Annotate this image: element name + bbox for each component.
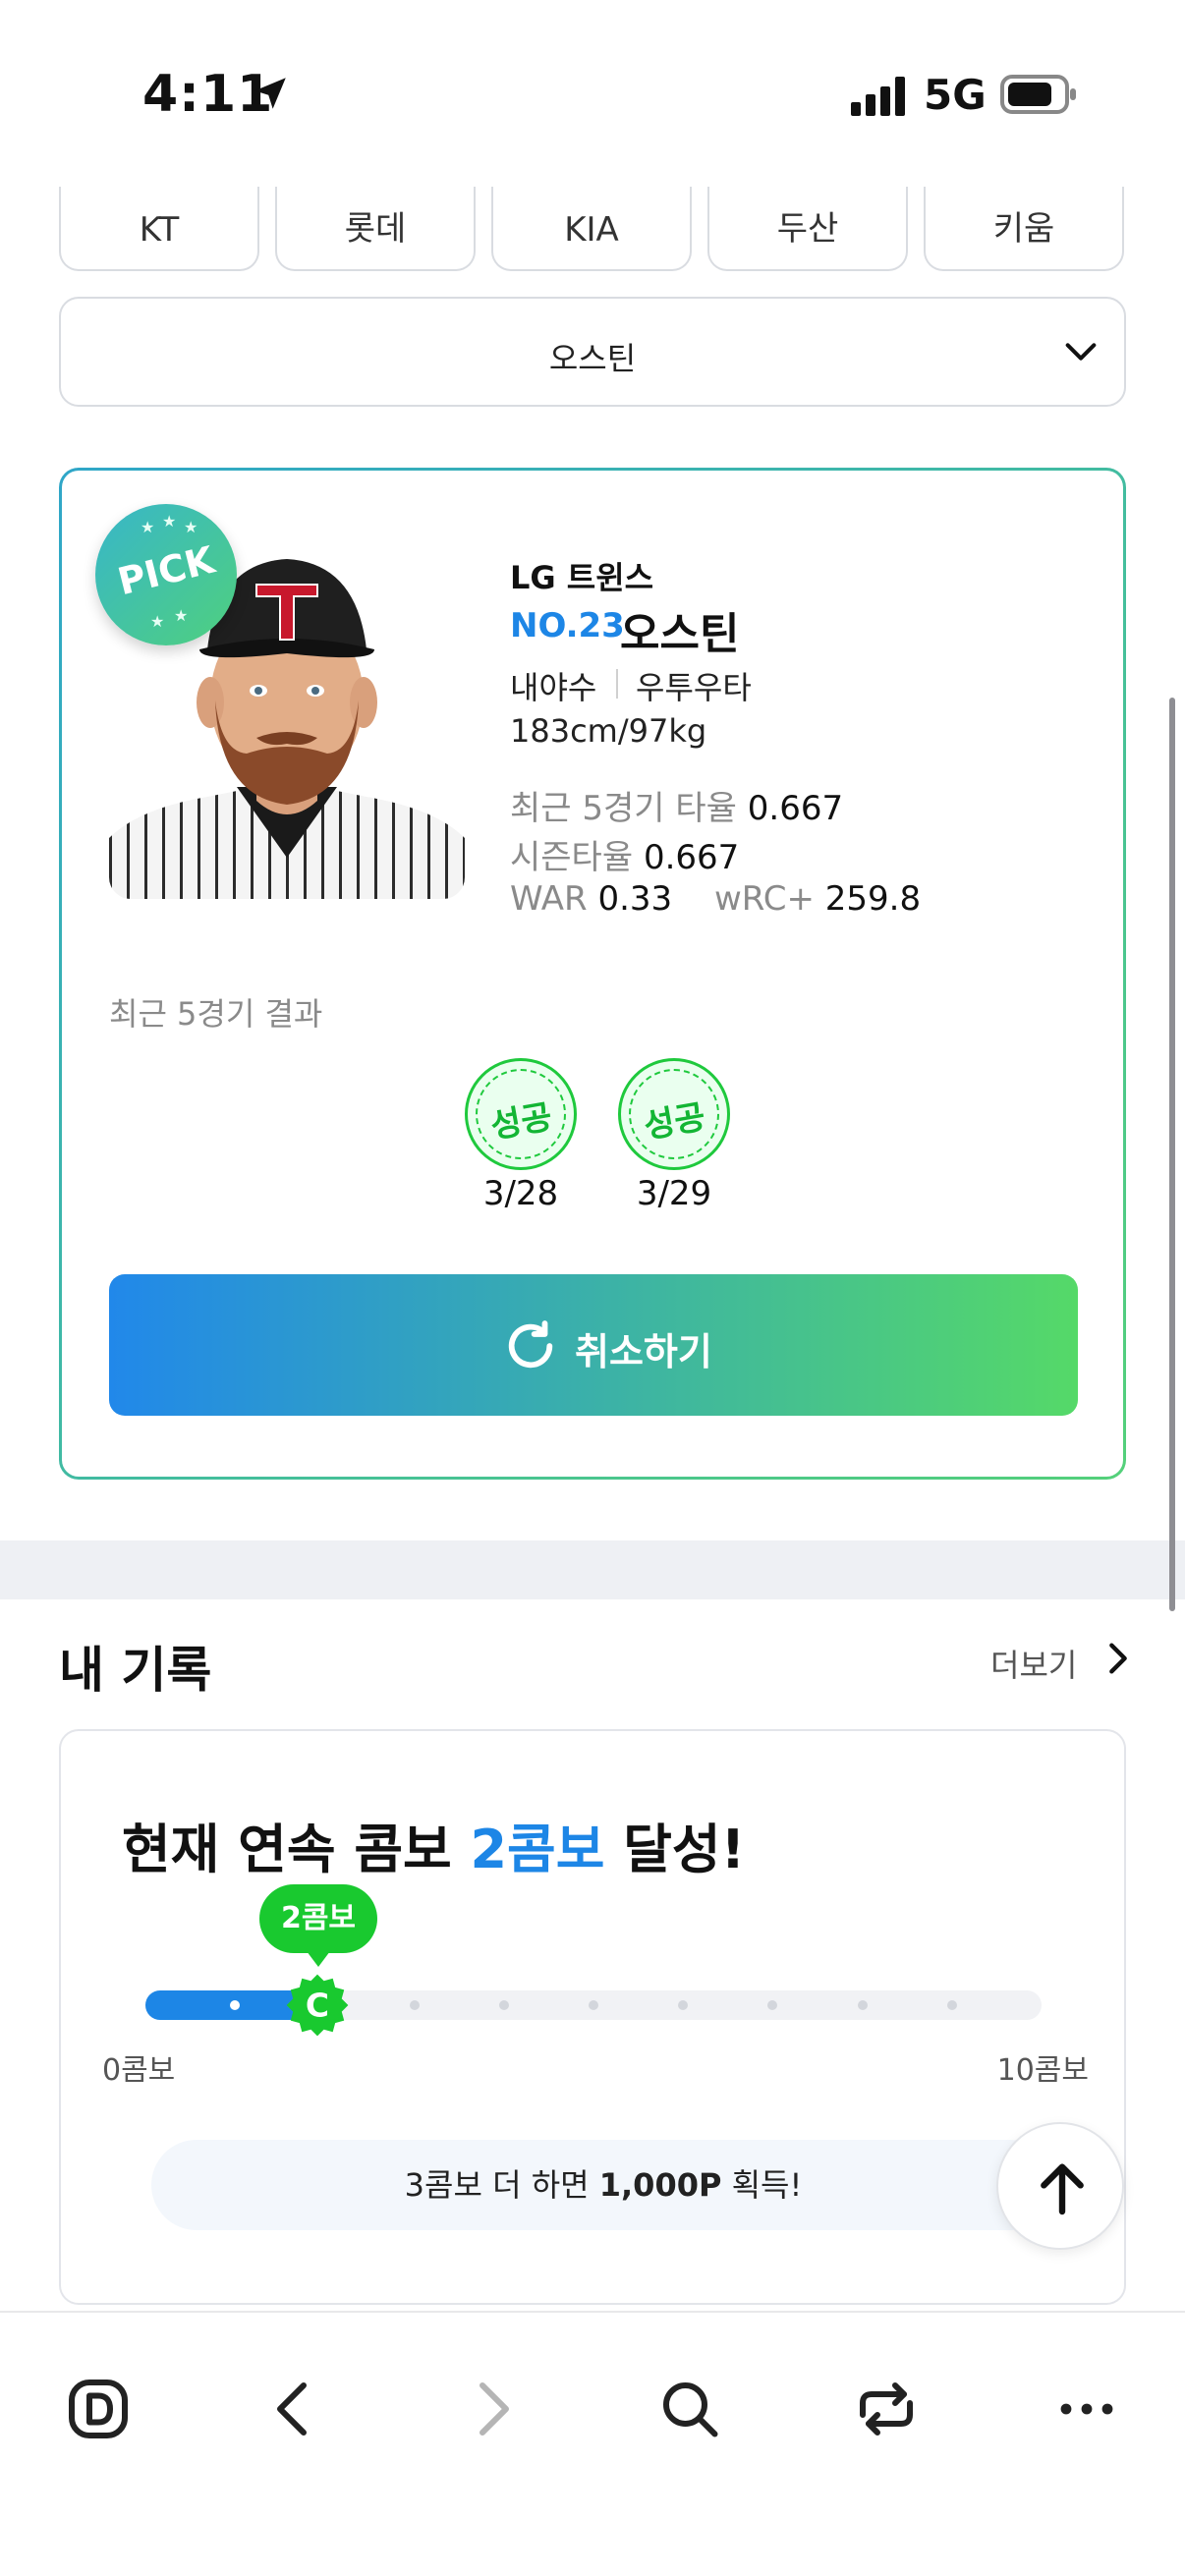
team-chip-label: KT	[139, 210, 180, 250]
team-chip-label: 롯데	[344, 209, 407, 249]
player-team: LG 트윈스	[510, 559, 654, 596]
recent-results-title: 최근 5경기 결과	[109, 995, 323, 1033]
combo-progress-track	[145, 1990, 1042, 2020]
star-icon: ★	[141, 518, 155, 536]
team-chip-label: 두산	[776, 209, 839, 249]
star-icon: ★	[162, 512, 177, 531]
result-label: 성공	[487, 1096, 555, 1148]
combo-step-dot	[589, 2000, 598, 2010]
combo-current-bubble: 2콤보	[259, 1884, 377, 1967]
arrow-up-icon	[1041, 2163, 1084, 2215]
team-chip-label: KIA	[564, 210, 619, 250]
player-name: 오스틴	[620, 609, 740, 659]
combo-headline: 현재 연속 콤보 2콤보 달성!	[122, 1806, 745, 1883]
chevron-down-icon	[1065, 343, 1097, 361]
cancel-pick-button[interactable]: 취소하기	[109, 1274, 1078, 1416]
stat-war: WAR 0.33	[510, 879, 672, 919]
cancel-pick-label: 취소하기	[575, 1330, 712, 1373]
section-divider	[0, 1513, 1185, 1627]
star-icon: ★	[150, 612, 165, 631]
combo-headline-prefix: 현재 연속 콤보	[122, 1819, 471, 1880]
combo-headline-highlight: 2콤보	[470, 1819, 605, 1880]
chevron-right-icon[interactable]	[1099, 1639, 1138, 1678]
search-icon	[663, 2382, 718, 2437]
stat-season: 시즌타율 0.667	[510, 830, 739, 878]
combo-step-dot	[857, 2000, 868, 2010]
scrollbar[interactable]	[1169, 698, 1175, 1611]
svg-text:C: C	[306, 1987, 329, 2025]
player-select[interactable]: 오스틴	[59, 297, 1126, 407]
battery-icon	[1000, 75, 1076, 114]
combo-step-dot	[767, 2000, 778, 2010]
stat-value: 0.667	[747, 789, 844, 828]
combo-min-label: 0콤보	[102, 2053, 176, 2088]
star-icon: ★	[174, 606, 189, 625]
player-body-size: 183cm/97kg	[510, 712, 707, 750]
stat-label: WAR	[510, 879, 588, 919]
combo-step-dot	[678, 2000, 689, 2010]
result-date: 3/29	[636, 1174, 712, 1213]
reward-points: 1,000P	[598, 2166, 722, 2204]
stat-value: 259.8	[824, 879, 922, 919]
combo-step-dot	[409, 2000, 420, 2010]
combo-max-label: 10콤보	[996, 2053, 1089, 2088]
result-stamp: 성공	[465, 1058, 577, 1170]
back-button[interactable]	[246, 2360, 344, 2458]
combo-step-dot	[946, 2000, 957, 2010]
pick-badge: PICK ★ ★ ★ ★ ★	[95, 504, 237, 645]
stat-value: 0.667	[643, 838, 740, 877]
more-link[interactable]: 더보기	[990, 1641, 1077, 1686]
location-arrow-icon	[254, 78, 286, 109]
combo-reward-banner: 3콤보 더 하면 1,000P 획득!	[151, 2140, 1055, 2230]
search-button[interactable]	[641, 2360, 739, 2458]
signal-icon	[851, 77, 905, 116]
stat-recent5: 최근 5경기 타율 0.667	[510, 781, 843, 829]
forward-button[interactable]	[442, 2360, 540, 2458]
stat-label: wRC+	[714, 879, 815, 919]
browser-toolbar	[0, 2311, 1185, 2576]
reward-prefix: 3콤보 더 하면	[404, 2166, 599, 2204]
combo-step-dot	[498, 2000, 509, 2010]
player-select-value: 오스틴	[548, 340, 637, 377]
result-stamp: 성공	[618, 1058, 730, 1170]
network-label: 5G	[924, 71, 987, 119]
star-icon: ★	[184, 518, 198, 536]
pick-card: PICK ★ ★ ★ ★ ★ LG 트윈스 NO.23 오스틴 내야수 우투우타…	[59, 468, 1126, 1480]
records-title: 내 기록	[59, 1642, 212, 1699]
player-position: 내야수	[510, 669, 597, 706]
reward-suffix: 획득!	[721, 2166, 803, 2204]
stat-label: 시즌타율	[510, 838, 634, 877]
back-icon	[277, 2382, 307, 2436]
app-d-icon	[69, 2380, 128, 2438]
result-date: 3/28	[482, 1174, 559, 1213]
more-options-button[interactable]	[1038, 2360, 1136, 2458]
result-label: 성공	[641, 1096, 708, 1148]
stat-label: 최근 5경기 타율	[510, 789, 737, 828]
team-chip-label: 키움	[992, 209, 1055, 249]
tabs-icon	[860, 2382, 913, 2436]
tabs-button[interactable]	[837, 2360, 935, 2458]
divider	[616, 669, 618, 699]
combo-coin-icon: C	[286, 1974, 349, 2037]
combo-headline-suffix: 달성!	[604, 1819, 746, 1880]
forward-icon	[480, 2382, 509, 2436]
combo-card: 현재 연속 콤보 2콤보 달성! 2콤보 C 0콤보 10콤보 3콤보 더 하면…	[59, 1729, 1126, 2305]
status-bar: 4:11 5G	[0, 0, 1185, 187]
pick-badge-label: PICK	[113, 537, 219, 604]
more-icon	[1060, 2403, 1113, 2415]
refresh-icon	[508, 1320, 553, 1369]
player-number: NO.23	[510, 606, 625, 645]
scroll-to-top-button[interactable]	[996, 2122, 1124, 2250]
stat-wrc: wRC+ 259.8	[714, 879, 921, 919]
player-handedness: 우투우타	[636, 669, 752, 706]
stat-value: 0.33	[597, 879, 673, 919]
app-home-button[interactable]	[49, 2360, 147, 2458]
